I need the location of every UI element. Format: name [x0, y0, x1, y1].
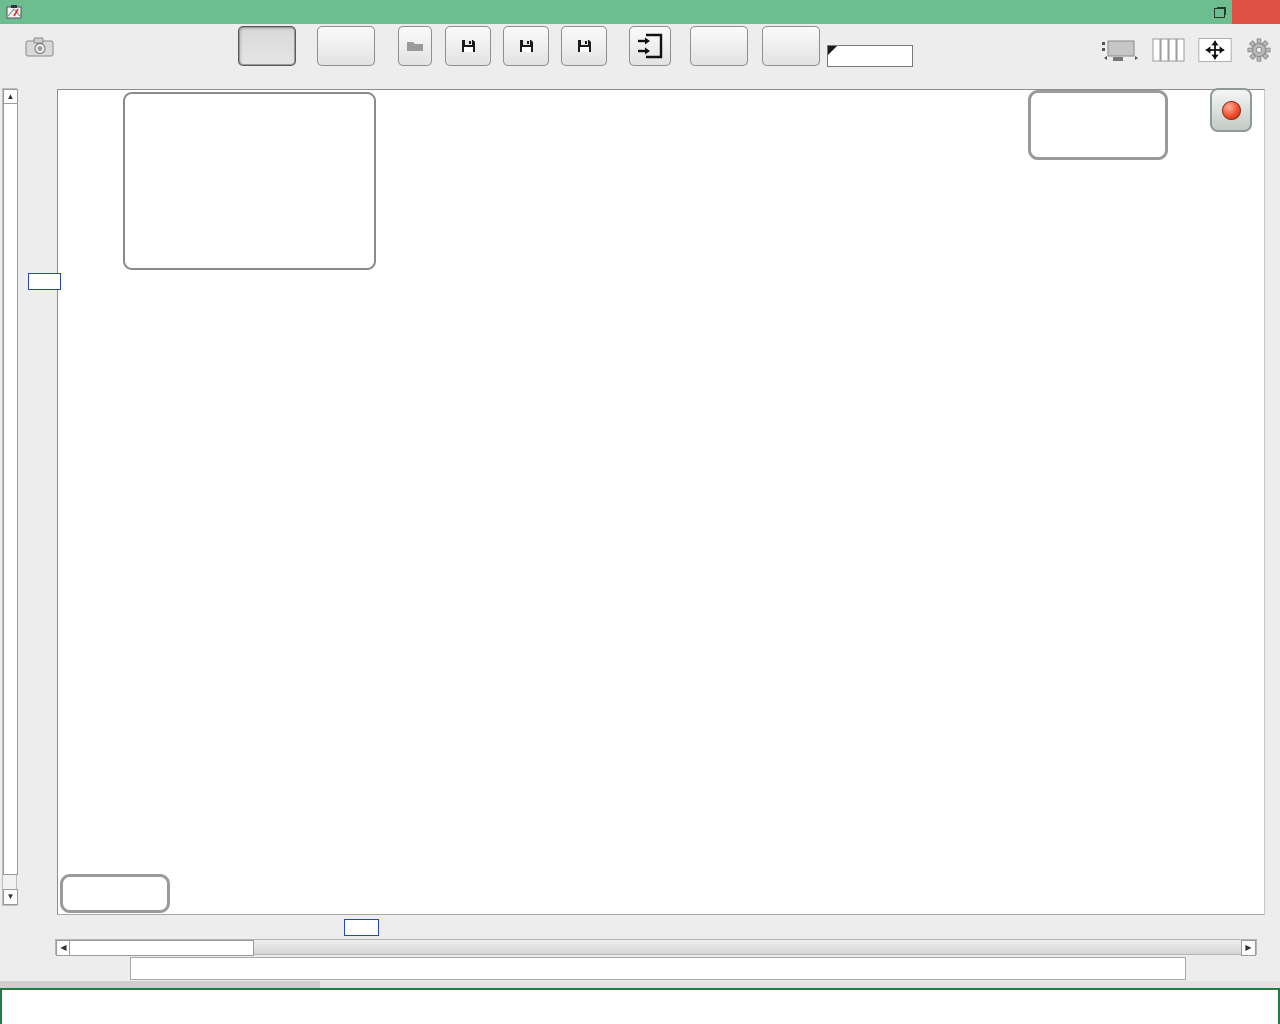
- legend-bar: [130, 957, 1186, 980]
- vertical-scrollbar[interactable]: ▲ ▼: [2, 88, 18, 906]
- window-title: [0, 0, 1120, 24]
- floppy-icon: [577, 39, 591, 52]
- spectrum-analyzer-app: { "window": { "title": "MICROPHONE (Обща…: [0, 0, 1280, 1024]
- save-peak-button[interactable]: [503, 26, 549, 66]
- minimize-button[interactable]: [1180, 0, 1206, 24]
- record-button[interactable]: [1210, 88, 1252, 132]
- cursor-level-box: [28, 273, 61, 290]
- floppy-icon: [461, 39, 475, 52]
- stepped-sine-button[interactable]: [690, 26, 748, 66]
- settings-gear-icon[interactable]: [1246, 38, 1272, 62]
- fs-sine-input[interactable]: [827, 45, 913, 67]
- title-bar: [0, 0, 1280, 24]
- horizontal-scrollbar[interactable]: ◀ ▶: [55, 939, 1257, 956]
- floppy-icon: [519, 39, 533, 52]
- bands-icon[interactable]: [1152, 38, 1186, 62]
- signal-input-button[interactable]: [629, 26, 671, 66]
- averages-badge: [60, 874, 170, 913]
- save-both-button[interactable]: [561, 26, 607, 66]
- input-routing-icon: [638, 33, 663, 59]
- pan-arrows-icon[interactable]: [1197, 38, 1233, 62]
- camera-icon[interactable]: [25, 36, 55, 58]
- status-strip: [0, 981, 1280, 988]
- show-distortion-button[interactable]: [238, 26, 296, 66]
- cursor-readout: [125, 101, 374, 120]
- calibrate-level-button[interactable]: [762, 26, 820, 66]
- maximize-button[interactable]: [1206, 0, 1232, 24]
- close-button[interactable]: [1232, 0, 1280, 24]
- distortion-info-box: [123, 92, 376, 270]
- scroll-down-button[interactable]: ▼: [3, 889, 18, 905]
- display-layout-icon[interactable]: [1100, 38, 1140, 62]
- wav-button[interactable]: [398, 26, 432, 66]
- save-current-button[interactable]: [445, 26, 491, 66]
- record-icon: [1221, 100, 1241, 120]
- span-readout: [125, 120, 374, 139]
- fs-sine-corner-marker: [828, 46, 837, 55]
- vertical-scrollbar-thumb[interactable]: [3, 103, 18, 875]
- background-window-edge: [0, 988, 1280, 1024]
- level-reading-box: [1028, 90, 1168, 160]
- maximize-icon: [1213, 8, 1225, 18]
- reset-averaging-button[interactable]: [317, 26, 375, 66]
- cursor-frequency-box: [344, 919, 379, 936]
- scroll-right-button[interactable]: ▶: [1241, 940, 1256, 956]
- folder-icon: [407, 41, 423, 51]
- horizontal-scrollbar-thumb[interactable]: [69, 940, 254, 956]
